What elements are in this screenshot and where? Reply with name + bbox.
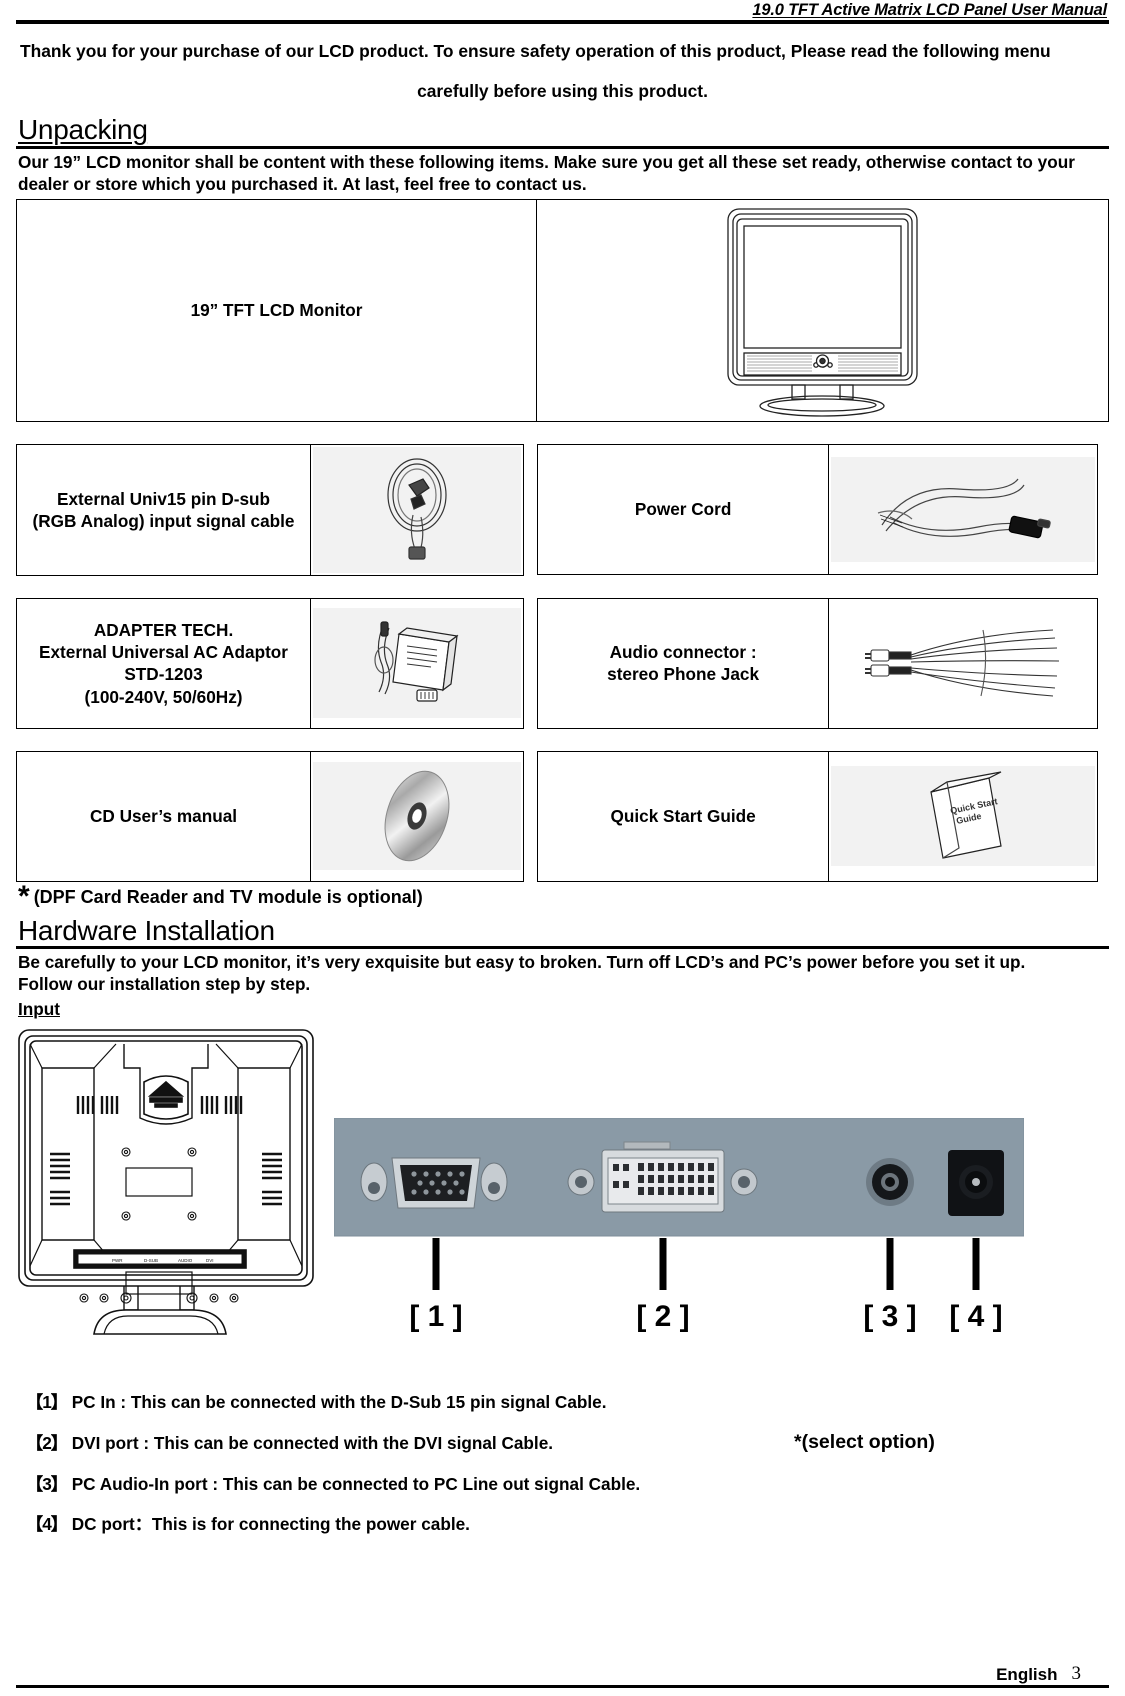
- port-text-3: PC Audio-In port : This can be connected…: [71, 1473, 641, 1494]
- list-item: 【2】 DVI port : This can be connected wit…: [26, 1430, 1109, 1454]
- accessory-row-2: ADAPTER TECH. External Universal AC Adap…: [15, 597, 1109, 729]
- quick-start-guide-photo: Quick Start Guide: [831, 766, 1095, 867]
- callout-label-4: [ 4 ]: [949, 1300, 1002, 1333]
- accessory-label-adaptor: ADAPTER TECH. External Universal AC Adap…: [15, 597, 312, 729]
- intro-paragraph: Thank you for your purchase of our LCD p…: [16, 38, 1109, 106]
- port-number-4: 【4】: [26, 1514, 68, 1535]
- rear-port-panel-photo: [ 1 ] [ 2 ] [ 3 ] [ 4 ]: [333, 1117, 1025, 1348]
- svg-text:PWR: PWR: [112, 1258, 123, 1263]
- accessory-table-cd: CD User’s manual: [15, 750, 524, 882]
- unpacking-heading-text: Unpacking: [18, 114, 148, 146]
- ac-adaptor-photo: [313, 608, 521, 719]
- optional-note-text: (DPF Card Reader and TV module is option…: [33, 886, 423, 907]
- accessory-image-cell-dsub: [310, 443, 524, 576]
- accessory-table-audio: Audio connector : stereo Phone Jack: [536, 597, 1098, 729]
- svg-text:AUDIO: AUDIO: [178, 1258, 193, 1263]
- unpacking-heading: Unpacking: [16, 115, 1109, 144]
- accessory-label-powercord: Power Cord: [536, 443, 830, 575]
- accessory-image-cell-powercord: [828, 443, 1098, 575]
- intro-line-1: Thank you for your purchase of our LCD p…: [20, 40, 1051, 61]
- accessory-label-dsub: External Univ15 pin D-sub (RGB Analog) i…: [15, 443, 312, 576]
- main-item-label: 19” TFT LCD Monitor: [16, 198, 537, 422]
- accessory-table-powercord: Power Cord: [536, 443, 1098, 575]
- accessory-row-3: CD User’s manual Quick Start Guide Quick…: [15, 750, 1109, 882]
- table-row: External Univ15 pin D-sub (RGB Analog) i…: [15, 443, 524, 576]
- svg-text:D-SUB: D-SUB: [144, 1258, 158, 1263]
- dc-jack-port-graphic: [948, 1150, 1004, 1217]
- accessory-label-cd: CD User’s manual: [15, 750, 312, 882]
- lcd-monitor-rear-illustration: PWR D-SUB AUDIO DVI: [16, 1026, 316, 1346]
- list-item: 【1】 PC In : This can be connected with t…: [26, 1392, 1109, 1413]
- port-text-1: PC In : This can be connected with the D…: [71, 1392, 607, 1413]
- callout-label-2: [ 2 ]: [636, 1300, 689, 1333]
- port-description-list: 【1】 PC In : This can be connected with t…: [16, 1392, 1109, 1535]
- header-divider: [16, 19, 1109, 24]
- table-row: Quick Start Guide Quick Start Guide: [536, 750, 1098, 882]
- cd-disc-photo: [313, 762, 521, 871]
- input-subheading: Input: [18, 999, 60, 1020]
- hardware-heading: Hardware Installation: [16, 916, 1109, 945]
- port-text-2: DVI port : This can be connected with th…: [71, 1432, 554, 1453]
- audio-cable-photo: [831, 611, 1095, 716]
- hardware-heading-rule: [16, 946, 1109, 950]
- accessory-table-adaptor: ADAPTER TECH. External Universal AC Adap…: [15, 597, 524, 729]
- intro-line-2: carefully before using this product.: [417, 81, 708, 102]
- accessory-table-dsub: External Univ15 pin D-sub (RGB Analog) i…: [15, 443, 524, 576]
- accessory-image-cell-adaptor: [310, 597, 524, 729]
- accessory-image-cell-audio: [828, 597, 1098, 729]
- accessory-image-cell-qsg: Quick Start Guide: [828, 750, 1098, 882]
- power-cord-photo: [831, 456, 1095, 562]
- table-row: Audio connector : stereo Phone Jack: [536, 597, 1098, 729]
- footer-content: English 3: [16, 1664, 1109, 1683]
- callout-label-1: [ 1 ]: [409, 1300, 462, 1333]
- table-row: CD User’s manual: [15, 750, 524, 882]
- port-number-3: 【3】: [26, 1473, 68, 1494]
- table-row: 19” TFT LCD Monitor: [16, 198, 1109, 422]
- hardware-body-line-2: Follow our installation step by step.: [18, 974, 311, 995]
- footer-language: English: [996, 1665, 1058, 1684]
- unpacking-heading-rule: [16, 145, 1109, 149]
- footer-page-number: 3: [1071, 1663, 1082, 1684]
- hardware-diagram-area: PWR D-SUB AUDIO DVI [1] [2] [3] […: [16, 1026, 1109, 1386]
- accessory-table-qsg: Quick Start Guide Quick Start Guide: [536, 750, 1098, 882]
- lcd-monitor-front-illustration: [539, 203, 1106, 418]
- manual-page: 19.0 TFT Active Matrix LCD Panel User Ma…: [0, 0, 1125, 1696]
- accessory-image-cell-cd: [310, 750, 524, 882]
- port-number-1: 【1】: [26, 1392, 68, 1413]
- svg-text:DVI: DVI: [206, 1258, 214, 1263]
- port-number-2: 【2】: [26, 1432, 68, 1453]
- optional-note: * (DPF Card Reader and TV module is optio…: [16, 881, 1109, 911]
- hardware-body-line-1: Be carefully to your LCD monitor, it’s v…: [18, 952, 1026, 973]
- list-item: 【3】 PC Audio-In port : This can be conne…: [26, 1474, 1109, 1495]
- table-row: Power Cord: [536, 443, 1098, 575]
- asterisk-icon: *: [18, 879, 30, 913]
- unpacking-main-item-table: 19” TFT LCD Monitor: [16, 198, 1109, 422]
- accessory-row-1: External Univ15 pin D-sub (RGB Analog) i…: [15, 443, 1109, 576]
- select-option-note: *(select option): [794, 1430, 935, 1453]
- callout-label-3: [ 3 ]: [863, 1300, 916, 1333]
- hardware-heading-text: Hardware Installation: [18, 914, 275, 946]
- table-row: ADAPTER TECH. External Universal AC Adap…: [15, 597, 524, 729]
- page-header-title: 19.0 TFT Active Matrix LCD Panel User Ma…: [752, 1, 1107, 19]
- page-footer: English 3: [16, 1664, 1109, 1688]
- unpacking-body: Our 19” LCD monitor shall be content wit…: [18, 151, 1075, 194]
- footer-divider: [16, 1685, 1109, 1688]
- vga-cable-photo: [313, 446, 521, 573]
- list-item: 【4】 DC port：This is for connecting the p…: [26, 1514, 1109, 1535]
- accessory-label-audio: Audio connector : stereo Phone Jack: [536, 597, 830, 729]
- audio-jack-port-graphic: [866, 1158, 914, 1207]
- port-text-4: DC port：This is for connecting the power…: [71, 1514, 470, 1535]
- main-item-image-cell: [536, 198, 1109, 422]
- accessory-label-qsg: Quick Start Guide: [536, 750, 830, 882]
